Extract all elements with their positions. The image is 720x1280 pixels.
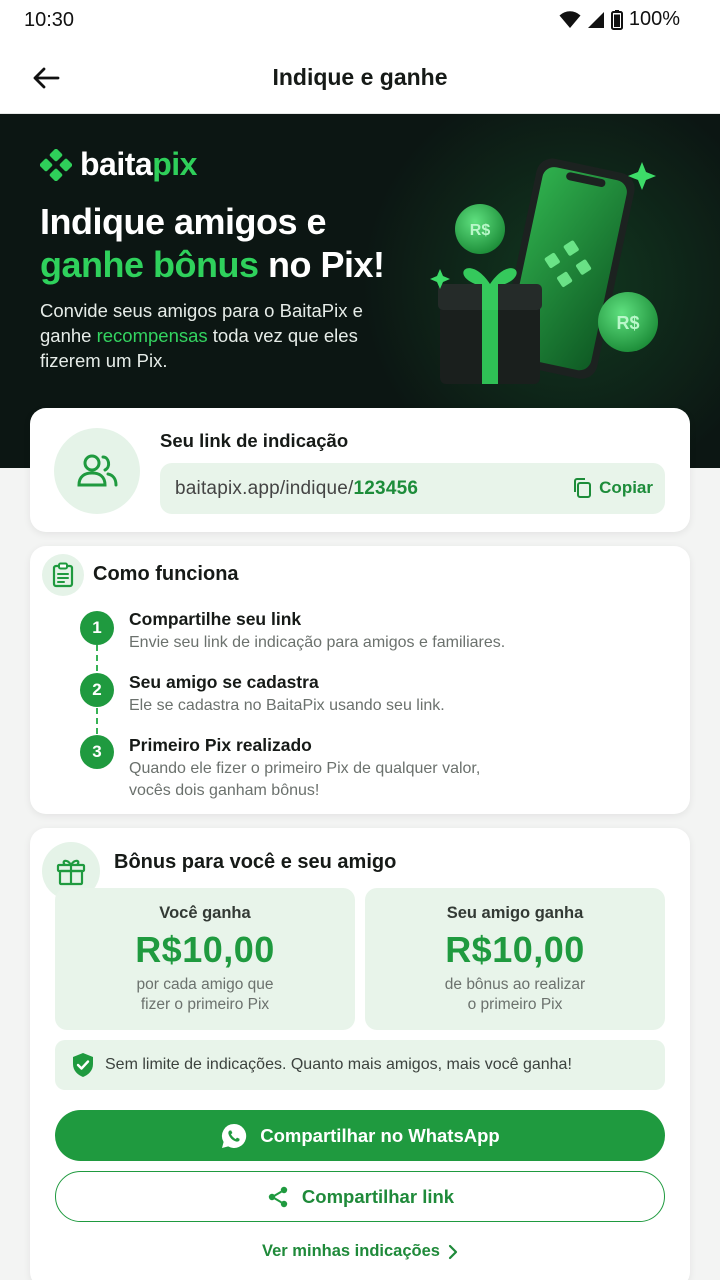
signal-icon: [587, 11, 604, 28]
share-whatsapp-label: Compartilhar no WhatsApp: [260, 1124, 500, 1146]
no-limit-notice: Sem limite de indicações. Quanto mais am…: [55, 1040, 665, 1090]
referral-url-base: baitapix.app/indique/: [175, 478, 354, 499]
step-number: 3: [80, 735, 114, 769]
brand-logo: baitapix: [40, 146, 197, 183]
referral-link-label: Seu link de indicação: [160, 430, 349, 451]
chevron-right-icon: [448, 1244, 458, 1259]
diamond-logo-icon: [40, 148, 72, 181]
copy-label: Copiar: [599, 478, 653, 497]
how-it-works-title: Como funciona: [93, 563, 239, 585]
svg-text:R$: R$: [616, 313, 639, 333]
step-description: Ele se cadastra no BaitaPix usando seu l…: [129, 697, 445, 714]
step-description: Envie seu link de indicação para amigos …: [129, 634, 506, 651]
step-number: 2: [80, 673, 114, 707]
bonus-friend-desc: de bônus ao realizar o primeiro Pix: [365, 975, 665, 1015]
hero-title: Indique amigos e ganhe bônus no Pix!: [40, 200, 385, 286]
page-title: Indique e ganhe: [272, 64, 448, 90]
phone-gift-illustration: R$ R$: [430, 158, 658, 384]
referral-link-url: baitapix.app/indique/123456: [175, 478, 418, 500]
see-referrals-link[interactable]: Ver minhas indicações: [30, 1242, 690, 1261]
copy-button[interactable]: Copiar: [572, 477, 653, 499]
step-number: 1: [80, 611, 114, 645]
app-bar: Indique e ganhe: [0, 40, 720, 114]
bonus-you-desc: por cada amigo que fizer o primeiro Pix: [55, 975, 355, 1015]
hero-description: Convide seus amigos para o BaitaPix e ga…: [40, 298, 390, 373]
step-title: Compartilhe seu link: [129, 609, 302, 629]
bonus-you-box: Você ganha R$10,00 por cada amigo que fi…: [55, 888, 355, 1030]
share-icon: [268, 1186, 288, 1207]
bonus-card: Bônus para você e seu amigo Você ganha R…: [30, 828, 690, 1280]
gift-icon: [56, 859, 86, 886]
bonus-friend-value: R$10,00: [445, 929, 585, 970]
share-link-button[interactable]: Compartilhar link: [55, 1171, 665, 1222]
referral-link-card: Seu link de indicação baitapix.app/indiq…: [30, 408, 690, 532]
share-whatsapp-button[interactable]: Compartilhar no WhatsApp: [55, 1110, 665, 1161]
svg-text:R$: R$: [470, 222, 491, 239]
step-description: Quando ele fizer o primeiro Pix de qualq…: [129, 758, 649, 802]
clipboard-icon: [52, 562, 74, 588]
hero-title-line1: Indique amigos e: [40, 201, 327, 242]
battery-level: 100%: [628, 8, 680, 30]
share-link-label: Compartilhar link: [301, 1185, 455, 1207]
users-avatar: [54, 428, 140, 514]
no-limit-text: Sem limite de indicações. Quanto mais am…: [105, 1056, 572, 1073]
brand-name-suffix: pix: [152, 146, 197, 182]
referral-link-field[interactable]: baitapix.app/indique/123456 Copiar: [160, 463, 665, 514]
bonus-you-label: Você ganha: [159, 904, 251, 922]
bonus-friend-desc-line: de bônus ao realizar: [444, 976, 586, 993]
battery-icon: [610, 9, 623, 30]
bonus-friend-label: Seu amigo ganha: [446, 904, 584, 922]
how-it-works-card: Como funciona 1 Compartilhe seu link Env…: [30, 546, 690, 814]
hero-desc-highlight: recompensas: [96, 325, 208, 346]
brand-name-prefix: baita: [80, 146, 153, 182]
whatsapp-icon: [222, 1123, 247, 1148]
bonus-title: Bônus para você e seu amigo: [114, 851, 397, 873]
referral-code: 123456: [353, 478, 419, 499]
status-bar: 10:30 100%: [0, 0, 720, 40]
step-title: Seu amigo se cadastra: [129, 672, 319, 692]
wifi-icon: [559, 10, 581, 28]
step-title: Primeiro Pix realizado: [129, 735, 312, 755]
hero-title-highlight: ganhe bônus: [40, 244, 259, 285]
hero-title-rest: no Pix!: [258, 244, 385, 285]
step-connector: [96, 708, 98, 734]
bonus-you-desc-line: fizer o primeiro Pix: [140, 996, 270, 1013]
shield-check-icon: [73, 1053, 93, 1077]
bonus-friend-box: Seu amigo ganha R$10,00 de bônus ao real…: [365, 888, 665, 1030]
see-referrals-label: Ver minhas indicações: [262, 1242, 440, 1260]
step-description-line: vocês dois ganham bônus!: [129, 782, 320, 799]
copy-icon: [574, 478, 592, 498]
step-description-line: Quando ele fizer o primeiro Pix de qualq…: [129, 760, 481, 777]
bonus-you-value: R$10,00: [135, 929, 275, 970]
clipboard-icon-wrap: [42, 554, 84, 596]
status-icons: 100%: [559, 8, 680, 31]
bonus-you-desc-line: por cada amigo que: [136, 976, 274, 993]
step-connector: [96, 645, 98, 671]
bonus-friend-desc-line: o primeiro Pix: [467, 996, 563, 1013]
status-time: 10:30: [24, 9, 75, 31]
users-icon: [77, 454, 118, 487]
